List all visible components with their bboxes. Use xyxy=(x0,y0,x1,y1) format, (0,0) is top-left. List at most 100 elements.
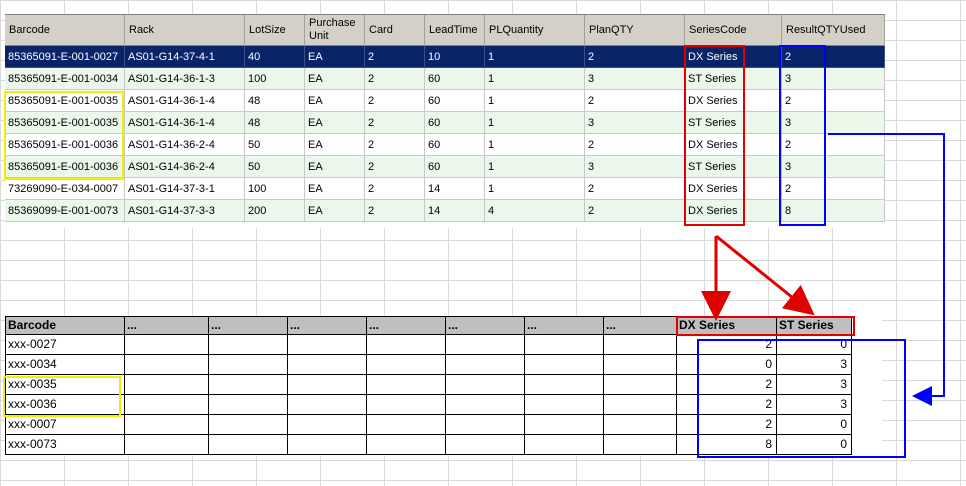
table-cell[interactable]: 60 xyxy=(425,90,485,112)
table-cell[interactable]: 200 xyxy=(245,200,305,222)
sheet-cell[interactable] xyxy=(209,375,288,395)
table-cell[interactable]: 85369099-E-001-0073 xyxy=(5,200,125,222)
table-cell[interactable]: EA xyxy=(305,200,365,222)
sheet-cell[interactable] xyxy=(446,375,525,395)
sheet-cell[interactable]: 0 xyxy=(677,355,777,375)
table-cell[interactable]: 60 xyxy=(425,134,485,156)
table-row[interactable]: 85365091-E-001-0035 AS01-G14-36-1-4 48 EA 2 6… xyxy=(5,90,885,112)
column-header-planqty[interactable]: PlanQTY xyxy=(585,15,685,46)
table-cell[interactable]: 1 xyxy=(485,156,585,178)
table-row[interactable]: 85365091-E-001-0034 AS01-G14-36-1-3 100 EA 2… xyxy=(5,68,885,90)
sheet-header-cell[interactable]: ... xyxy=(604,316,677,335)
column-header-resultqtyused[interactable]: ResultQTYUsed xyxy=(782,15,885,46)
sheet-cell[interactable] xyxy=(125,355,209,375)
sheet-cell[interactable]: 2 xyxy=(677,395,777,415)
table-row[interactable]: 73269090-E-034-0007 AS01-G14-37-3-1 100 EA 2… xyxy=(5,178,885,200)
table-cell[interactable]: AS01-G14-36-2-4 xyxy=(125,134,245,156)
sheet-cell[interactable]: xxx-0036 xyxy=(5,395,125,415)
column-header-lotsize[interactable]: LotSize xyxy=(245,15,305,46)
sheet-cell[interactable]: 3 xyxy=(777,375,852,395)
table-cell[interactable]: DX Series xyxy=(685,46,782,68)
table-cell[interactable]: 1 xyxy=(485,90,585,112)
table-cell[interactable]: 2 xyxy=(585,90,685,112)
table-cell[interactable]: 3 xyxy=(782,156,885,178)
table-cell[interactable]: ST Series xyxy=(685,156,782,178)
table-cell[interactable]: ST Series xyxy=(685,112,782,134)
table-cell[interactable]: DX Series xyxy=(685,90,782,112)
sheet-cell[interactable] xyxy=(209,435,288,455)
sheet-cell[interactable] xyxy=(525,335,604,355)
table-cell[interactable]: 2 xyxy=(585,46,685,68)
sheet-cell[interactable] xyxy=(604,335,677,355)
table-cell[interactable]: 85365091-E-001-0034 xyxy=(5,68,125,90)
table-cell[interactable]: 1 xyxy=(485,112,585,134)
column-header-card[interactable]: Card xyxy=(365,15,425,46)
table-row[interactable]: 85365091-E-001-0027 AS01-G14-37-4-1 40 EA 2 1… xyxy=(5,46,885,68)
table-cell[interactable]: 60 xyxy=(425,156,485,178)
sheet-cell[interactable] xyxy=(288,335,367,355)
table-cell[interactable]: 3 xyxy=(782,68,885,90)
table-cell[interactable]: 1 xyxy=(485,68,585,90)
table-cell[interactable]: 10 xyxy=(425,46,485,68)
table-cell[interactable]: 3 xyxy=(585,68,685,90)
table-cell[interactable]: 2 xyxy=(782,46,885,68)
sheet-cell[interactable] xyxy=(604,395,677,415)
table-cell[interactable]: 60 xyxy=(425,112,485,134)
sheet-cell[interactable]: 0 xyxy=(777,415,852,435)
column-header-leadtime[interactable]: LeadTime xyxy=(425,15,485,46)
table-cell[interactable]: 60 xyxy=(425,68,485,90)
table-cell[interactable]: AS01-G14-37-3-1 xyxy=(125,178,245,200)
sheet-header-cell[interactable]: ... xyxy=(525,316,604,335)
sheet-cell[interactable] xyxy=(604,375,677,395)
sheet-cell[interactable] xyxy=(446,395,525,415)
table-cell[interactable]: 3 xyxy=(585,156,685,178)
table-cell[interactable]: 2 xyxy=(782,134,885,156)
table-cell[interactable]: 85365091-E-001-0036 xyxy=(5,156,125,178)
sheet-cell[interactable] xyxy=(367,395,446,415)
table-cell[interactable]: DX Series xyxy=(685,178,782,200)
table-row[interactable]: 85365091-E-001-0035 AS01-G14-36-1-4 48 EA 2 6… xyxy=(5,112,885,134)
sheet-cell[interactable] xyxy=(367,435,446,455)
sheet-cell[interactable]: xxx-0007 xyxy=(5,415,125,435)
table-cell[interactable]: AS01-G14-37-3-3 xyxy=(125,200,245,222)
sheet-cell[interactable] xyxy=(525,395,604,415)
table-cell[interactable]: 2 xyxy=(365,68,425,90)
table-cell[interactable]: 2 xyxy=(365,156,425,178)
sheet-cell[interactable] xyxy=(288,415,367,435)
sheet-cell[interactable] xyxy=(525,375,604,395)
table-cell[interactable]: 100 xyxy=(245,178,305,200)
column-header-purchase-unit[interactable]: Purchase Unit xyxy=(305,15,365,46)
sheet-cell[interactable]: xxx-0034 xyxy=(5,355,125,375)
sheet-cell[interactable] xyxy=(525,355,604,375)
sheet-header-cell[interactable]: ... xyxy=(209,316,288,335)
table-cell[interactable]: 48 xyxy=(245,90,305,112)
table-cell[interactable]: 73269090-E-034-0007 xyxy=(5,178,125,200)
table-cell[interactable]: 50 xyxy=(245,134,305,156)
table-cell[interactable]: EA xyxy=(305,90,365,112)
sheet-cell[interactable] xyxy=(604,355,677,375)
table-cell[interactable]: AS01-G14-36-2-4 xyxy=(125,156,245,178)
table-cell[interactable]: 1 xyxy=(485,46,585,68)
table-cell[interactable]: 2 xyxy=(585,178,685,200)
table-cell[interactable]: 2 xyxy=(365,112,425,134)
table-row[interactable]: 85365091-E-001-0036 AS01-G14-36-2-4 50 EA 2 6… xyxy=(5,134,885,156)
sheet-cell[interactable] xyxy=(288,355,367,375)
table-cell[interactable]: AS01-G14-36-1-4 xyxy=(125,112,245,134)
table-cell[interactable]: AS01-G14-36-1-4 xyxy=(125,90,245,112)
sheet-cell[interactable] xyxy=(367,335,446,355)
table-cell[interactable]: 1 xyxy=(485,178,585,200)
table-cell[interactable]: 14 xyxy=(425,200,485,222)
sheet-cell[interactable] xyxy=(446,435,525,455)
table-cell[interactable]: 2 xyxy=(782,90,885,112)
table-cell[interactable]: ST Series xyxy=(685,68,782,90)
table-cell[interactable]: EA xyxy=(305,112,365,134)
table-cell[interactable]: 14 xyxy=(425,178,485,200)
table-cell[interactable]: EA xyxy=(305,46,365,68)
sheet-cell[interactable]: 3 xyxy=(777,355,852,375)
sheet-header-cell[interactable]: ST Series xyxy=(777,316,852,335)
sheet-cell[interactable] xyxy=(125,415,209,435)
table-cell[interactable]: 1 xyxy=(485,134,585,156)
table-cell[interactable]: 85365091-E-001-0035 xyxy=(5,90,125,112)
sheet-cell[interactable] xyxy=(446,355,525,375)
sheet-cell[interactable] xyxy=(367,415,446,435)
